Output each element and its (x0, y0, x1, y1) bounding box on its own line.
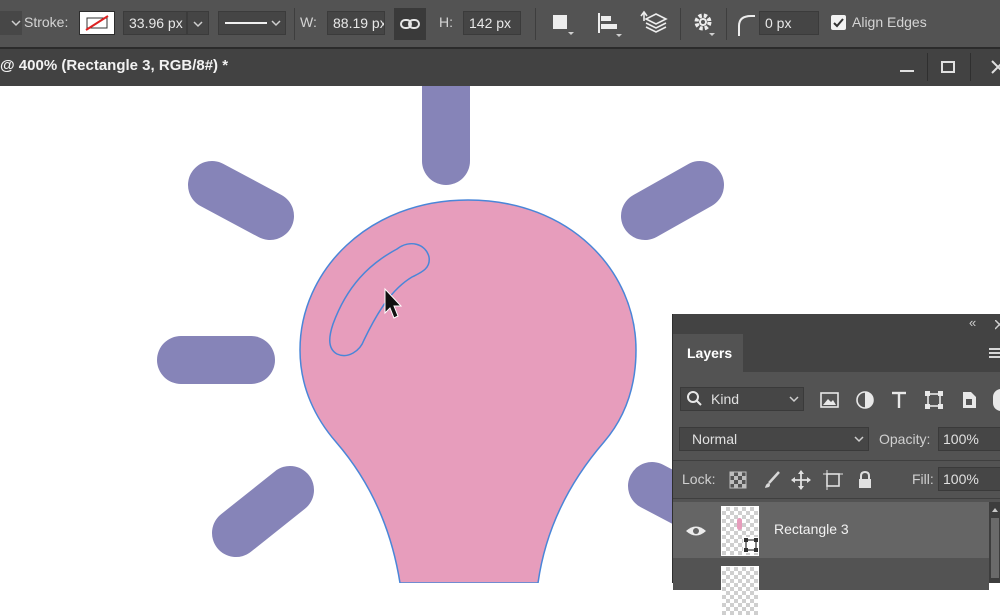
ray-upper-left (188, 161, 294, 240)
corner-radius-icon (738, 15, 755, 36)
chevron-down-icon (854, 436, 864, 443)
layer-row-rectangle-3[interactable]: Rectangle 3 (673, 502, 989, 558)
align-edges-checkbox[interactable] (831, 15, 846, 30)
filter-kind-label: Kind (711, 391, 740, 407)
chevron-down-icon (11, 20, 21, 27)
corner-radius-field[interactable]: 0 px (759, 11, 819, 35)
filter-pixel-layers-icon[interactable] (820, 390, 840, 410)
ray-upper-right (621, 161, 724, 240)
path-alignment-button[interactable] (593, 8, 625, 40)
tool-preset-dropdown[interactable] (0, 11, 22, 35)
document-tab-bar: @ 400% (Rectangle 3, RGB/8#) * (0, 48, 1000, 86)
collapse-panel-icon[interactable]: « (969, 315, 976, 330)
divider (726, 8, 727, 40)
panel-collapse-bar: « (673, 314, 1000, 334)
stroke-width-dropdown[interactable] (187, 11, 209, 35)
document-tab-title[interactable]: @ 400% (Rectangle 3, RGB/8#) * (0, 57, 228, 74)
checkmark-icon (833, 18, 844, 28)
filter-toggle-switch[interactable] (993, 389, 1000, 411)
lock-transparent-pixels-icon[interactable] (729, 471, 747, 489)
blend-mode-select[interactable]: Normal (679, 427, 869, 451)
arrange-layers-icon (640, 10, 668, 33)
close-button[interactable] (978, 55, 1000, 79)
panel-divider (673, 460, 1000, 461)
divider (294, 8, 295, 40)
divider (680, 8, 681, 40)
divider (535, 8, 536, 40)
opacity-value: 100% (943, 431, 979, 447)
stroke-type-dropdown[interactable] (218, 11, 286, 35)
align-edges-label[interactable]: Align Edges (852, 14, 927, 30)
link-icon (400, 19, 420, 29)
fill-label: Fill: (912, 471, 934, 487)
panel-divider (673, 498, 1000, 499)
minimize-button[interactable] (890, 55, 922, 79)
close-icon (991, 60, 1000, 74)
align-left-icon (598, 13, 622, 37)
minimize-icon (900, 70, 914, 72)
filter-kind-select[interactable]: Kind (680, 387, 804, 411)
stroke-label: Stroke: (24, 14, 69, 30)
thumbnail-shape-preview (737, 518, 742, 530)
stroke-swatch-icon (85, 15, 109, 31)
search-icon (687, 391, 702, 406)
lock-label: Lock: (682, 471, 716, 487)
filter-type-layers-icon[interactable] (889, 390, 909, 410)
path-operations-icon (553, 15, 574, 35)
layer-thumbnail (721, 566, 759, 616)
stroke-width-field[interactable]: 33.96 px (123, 11, 187, 35)
stroke-color-swatch[interactable] (79, 11, 115, 35)
lock-artboard-icon[interactable] (823, 470, 843, 490)
panel-tab-row: Layers (673, 334, 1000, 372)
panel-menu-icon[interactable] (989, 347, 1000, 361)
fill-value: 100% (943, 471, 979, 487)
height-label: H: (439, 14, 453, 30)
maximize-button[interactable] (932, 55, 964, 79)
divider (970, 53, 971, 81)
path-options-button[interactable] (688, 8, 720, 40)
corner-radius-icon-box (733, 8, 759, 40)
scrollbar-thumb[interactable] (991, 518, 999, 578)
opacity-field[interactable]: 100% (938, 427, 1000, 451)
gear-icon (694, 13, 715, 36)
link-dimensions-button[interactable] (394, 8, 426, 40)
layers-panel: « Layers Kind Normal Opacity: 100% Lock:… (672, 314, 1000, 616)
ray-lower-left (212, 466, 314, 557)
width-label: W: (300, 14, 317, 30)
blend-mode-value: Normal (692, 431, 738, 447)
chevron-down-icon (193, 21, 203, 28)
width-field[interactable]: 88.19 px (327, 11, 385, 35)
maximize-icon (941, 61, 955, 73)
bulb-shape[interactable] (299, 199, 637, 583)
eye-icon[interactable] (685, 524, 707, 538)
path-operations-button[interactable] (545, 8, 577, 40)
shape-layer-badge-icon (743, 537, 759, 553)
lock-image-pixels-icon[interactable] (763, 471, 781, 489)
opacity-label: Opacity: (879, 431, 931, 447)
stroke-type-line-icon (225, 20, 281, 27)
chevron-down-icon (789, 396, 799, 403)
divider (927, 53, 928, 81)
layers-scrollbar[interactable] (989, 502, 1000, 583)
filter-adjustment-layers-icon[interactable] (855, 390, 875, 410)
scroll-up-arrow[interactable] (992, 508, 998, 512)
height-field[interactable]: 142 px (463, 11, 521, 35)
filter-shape-layers-icon[interactable] (924, 390, 944, 410)
path-arrangement-button[interactable] (640, 8, 672, 40)
layer-row[interactable] (673, 560, 989, 616)
lock-all-icon[interactable] (857, 471, 873, 489)
layer-name[interactable]: Rectangle 3 (774, 521, 849, 537)
fill-field[interactable]: 100% (938, 467, 1000, 491)
filter-smart-objects-icon[interactable] (959, 390, 979, 410)
close-panel-icon[interactable] (995, 320, 1000, 330)
tab-layers[interactable]: Layers (673, 334, 743, 372)
options-bar: Stroke: 33.96 px W: 88.19 px H: 142 px 0… (0, 0, 1000, 48)
lock-position-icon[interactable] (791, 470, 811, 490)
